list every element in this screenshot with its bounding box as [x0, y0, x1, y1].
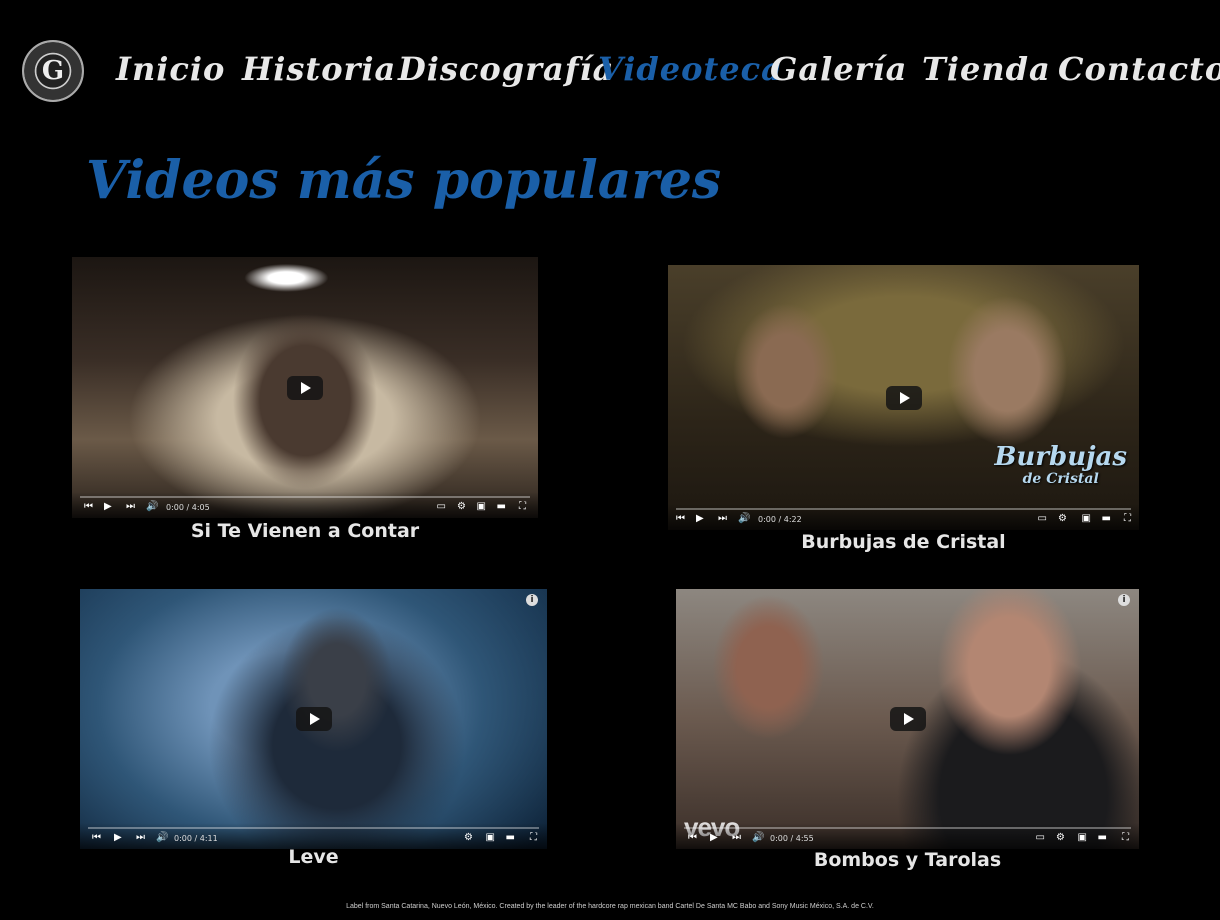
- previous-icon[interactable]: ⏮: [84, 501, 93, 513]
- fullscreen-icon[interactable]: ⛶: [1124, 513, 1131, 525]
- theater-icon[interactable]: ▬: [1102, 513, 1111, 525]
- video-title: Leve: [288, 846, 339, 868]
- nav-item-historia[interactable]: Historia: [242, 50, 396, 88]
- video-title: Bombos y Tarolas: [813, 849, 1002, 871]
- play-button[interactable]: [885, 385, 922, 410]
- miniplayer-icon[interactable]: ▣: [1082, 513, 1091, 525]
- play-icon[interactable]: ▶: [710, 832, 718, 844]
- nav-item-contactos[interactable]: Contactos: [1058, 50, 1220, 88]
- progress-bar[interactable]: [80, 496, 530, 498]
- fullscreen-icon[interactable]: ⛶: [519, 501, 526, 513]
- next-icon[interactable]: ⏭: [136, 832, 145, 844]
- nav-item-tienda[interactable]: Tienda: [922, 50, 1051, 88]
- play-button[interactable]: [295, 707, 332, 731]
- previous-icon[interactable]: ⏮: [676, 513, 685, 525]
- info-icon[interactable]: i: [526, 594, 538, 606]
- time-display: 0:00 / 4:05: [166, 503, 210, 512]
- settings-icon[interactable]: ⚙: [464, 832, 473, 844]
- video-logo-overlay: Burbujas de Cristal: [994, 442, 1127, 487]
- play-button[interactable]: [889, 707, 926, 731]
- play-icon[interactable]: ▶: [696, 513, 704, 525]
- settings-icon[interactable]: ⚙: [1056, 832, 1065, 844]
- nav-item-galeria[interactable]: Galería: [770, 50, 907, 88]
- captions-icon[interactable]: ▭: [437, 501, 446, 513]
- time-display: 0:00 / 4:55: [770, 834, 814, 843]
- theater-icon[interactable]: ▬: [1098, 832, 1107, 844]
- progress-bar[interactable]: [88, 827, 539, 829]
- fullscreen-icon[interactable]: ⛶: [530, 832, 537, 844]
- volume-icon[interactable]: 🔊: [146, 501, 158, 513]
- video-player[interactable]: Burbujas de Cristal ⏮ ▶ ⏭ 🔊 0:00 / 4:22 ▭…: [668, 265, 1139, 530]
- section-title: Videos más populares: [86, 150, 722, 211]
- video-title: Si Te Vienen a Contar: [190, 520, 420, 542]
- volume-icon[interactable]: 🔊: [738, 513, 750, 525]
- miniplayer-icon[interactable]: ▣: [1078, 832, 1087, 844]
- time-display: 0:00 / 4:11: [174, 834, 218, 843]
- nav-item-videoteca[interactable]: Videoteca: [598, 50, 783, 88]
- settings-icon[interactable]: ⚙: [1058, 513, 1067, 525]
- settings-icon[interactable]: ⚙: [457, 501, 466, 513]
- next-icon[interactable]: ⏭: [126, 501, 135, 513]
- next-icon[interactable]: ⏭: [732, 832, 741, 844]
- miniplayer-icon[interactable]: ▣: [486, 832, 495, 844]
- next-icon[interactable]: ⏭: [718, 513, 727, 525]
- previous-icon[interactable]: ⏮: [92, 832, 101, 844]
- progress-bar[interactable]: [684, 827, 1131, 829]
- captions-icon[interactable]: ▭: [1036, 832, 1045, 844]
- captions-icon[interactable]: ▭: [1038, 513, 1047, 525]
- previous-icon[interactable]: ⏮: [688, 832, 697, 844]
- play-icon[interactable]: ▶: [114, 832, 122, 844]
- footer-text: Label from Santa Catarina, Nuevo León, M…: [346, 903, 874, 910]
- play-icon[interactable]: ▶: [104, 501, 112, 513]
- video-player[interactable]: i ⏮ ▶ ⏭ 🔊 0:00 / 4:11 ⚙ ▣ ▬ ⛶: [80, 589, 547, 849]
- miniplayer-icon[interactable]: ▣: [477, 501, 486, 513]
- theater-icon[interactable]: ▬: [497, 501, 506, 513]
- video-player[interactable]: ⏮ ▶ ⏭ 🔊 0:00 / 4:05 ▭ ⚙ ▣ ▬ ⛶: [72, 257, 538, 518]
- nav-item-inicio[interactable]: Inicio: [116, 50, 225, 88]
- nav-item-discografia[interactable]: Discografía: [398, 50, 614, 88]
- video-title: Burbujas de Cristal: [801, 531, 1006, 553]
- video-player[interactable]: i vevo ⏮ ▶ ⏭ 🔊 0:00 / 4:55 ▭ ⚙ ▣ ▬ ⛶: [676, 589, 1139, 849]
- time-display: 0:00 / 4:22: [758, 515, 802, 524]
- video-controls: ⏮ ▶ ⏭ 🔊 0:00 / 4:05 ▭ ⚙ ▣ ▬ ⛶: [72, 492, 538, 518]
- info-icon[interactable]: i: [1118, 594, 1130, 606]
- progress-bar[interactable]: [676, 508, 1131, 510]
- video-controls: ⏮ ▶ ⏭ 🔊 0:00 / 4:55 ▭ ⚙ ▣ ▬ ⛶: [676, 823, 1139, 849]
- play-button[interactable]: [287, 375, 323, 400]
- main-nav: Inicio Historia Discografía Videoteca Ga…: [0, 50, 1220, 94]
- volume-icon[interactable]: 🔊: [156, 832, 168, 844]
- volume-icon[interactable]: 🔊: [752, 832, 764, 844]
- theater-icon[interactable]: ▬: [506, 832, 515, 844]
- video-controls: ⏮ ▶ ⏭ 🔊 0:00 / 4:22 ▭ ⚙ ▣ ▬ ⛶: [668, 504, 1139, 530]
- fullscreen-icon[interactable]: ⛶: [1122, 832, 1129, 844]
